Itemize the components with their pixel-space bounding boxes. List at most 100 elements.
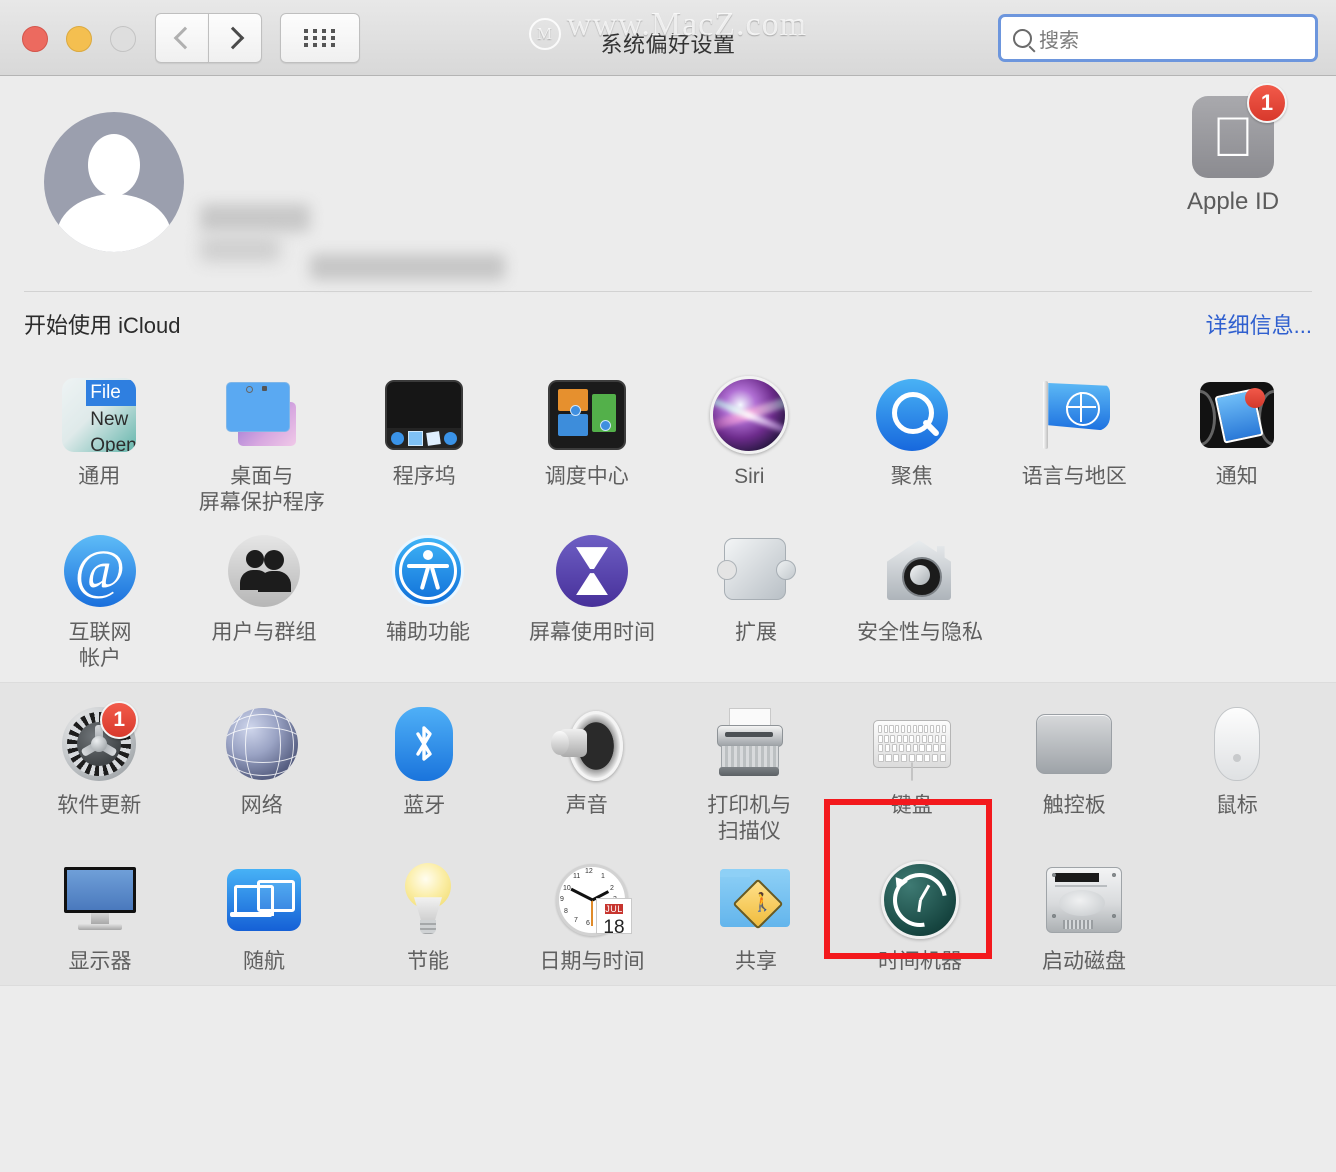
date-time-icon: 12 1 2 3 4 5 6 7 8 9 10 11 J [554,864,632,939]
pref-security-privacy[interactable]: 安全性与隐私 [838,516,1002,672]
notifications-icon [1199,382,1274,448]
sidecar-icon [227,869,301,932]
pref-label: 调度中心 [544,465,629,488]
general-icon: File New Open [62,378,137,452]
pref-label: 桌面与 屏幕保护程序 [198,465,325,515]
pref-label: 程序坞 [392,465,456,488]
calendar-month: JUL [605,904,623,915]
pref-label: 打印机与 扫描仪 [707,794,792,844]
account-name-redacted [200,204,310,232]
pref-label: Siri [734,465,765,488]
pref-language-region[interactable]: 语言与地区 [993,360,1156,516]
pref-label: 键盘 [890,794,933,818]
pref-label: 蓝牙 [403,794,446,818]
user-avatar-icon [88,134,140,196]
bluetooth-icon [395,707,454,782]
pref-label: 显示器 [68,950,132,974]
pref-desktop-screensaver[interactable]: 桌面与 屏幕保护程序 [181,360,344,516]
preference-row: 显示器 随航 节能 12 1 2 6 7 8 9 10 11 JUL 18 日期… [0,845,1336,975]
displays-icon [62,867,138,933]
pref-label: 安全性与隐私 [857,621,983,645]
apple-id-badge: 1 [1247,83,1287,123]
avatar[interactable] [44,112,184,252]
search-icon [1013,28,1032,48]
pref-label: 网络 [240,794,283,818]
keyboard-icon [872,720,951,782]
pref-spotlight[interactable]: 聚焦 [831,360,994,516]
printers-scanners-icon [711,708,787,780]
pref-startup-disk[interactable]: 启动磁盘 [1002,845,1166,975]
preferences-section-one: File New Open 通用 桌面与 屏幕保护程序 程序坞 调度中心 Sir… [0,354,1336,682]
pref-label: 随航 [243,950,285,974]
pref-label: 用户与群组 [211,621,317,645]
icloud-banner: 开始使用 iCloud 详细信息... [24,291,1312,354]
users-groups-icon [228,535,300,608]
security-privacy-icon [883,536,957,606]
pref-accessibility[interactable]: 辅助功能 [346,516,510,672]
pref-sharing[interactable]: 🚶 共享 [674,845,838,975]
icloud-details-link[interactable]: 详细信息... [1206,308,1312,340]
calendar-day: 18 [603,917,625,939]
pref-sidecar[interactable]: 随航 [182,845,346,975]
pref-keyboard[interactable]: 键盘 [831,689,994,845]
preference-row: 1 软件更新 网络 蓝牙 声音 打印机与 扫描仪 键盘 触控板 鼠标 [0,689,1336,845]
time-machine-icon [881,861,959,940]
dock-icon [385,380,464,450]
desktop-screensaver-icon [224,380,300,450]
pref-label: 软件更新 [57,794,142,818]
language-region-icon [1036,379,1112,451]
account-email-redacted [310,254,505,280]
pref-label: 日期与时间 [539,950,645,974]
search-field[interactable]: 搜索 [998,14,1318,62]
pref-label: 语言与地区 [1021,465,1127,488]
icloud-title: 开始使用 iCloud [24,313,181,338]
pref-extensions[interactable]: 扩展 [674,516,838,672]
pref-time-machine[interactable]: 时间机器 [838,845,1002,975]
extensions-icon [717,536,796,606]
window-titlebar: 系统偏好设置 Mwww.MacZ.com 搜索 [0,0,1336,76]
pref-label: 通用 [78,465,121,488]
pref-label: 鼠标 [1215,794,1258,818]
pref-sound[interactable]: 声音 [506,689,669,845]
apple-logo-icon:  [1212,108,1254,166]
trackpad-icon [1036,714,1113,775]
pref-mission-control[interactable]: 调度中心 [506,360,669,516]
pref-displays[interactable]: 显示器 [18,845,182,975]
accessibility-icon [392,535,464,608]
pref-siri[interactable]: Siri [668,360,831,516]
pref-date-time[interactable]: 12 1 2 3 4 5 6 7 8 9 10 11 J [510,845,674,975]
pref-general[interactable]: File New Open 通用 [18,360,181,516]
mission-control-icon [547,380,626,450]
pref-printers-scanners[interactable]: 打印机与 扫描仪 [668,689,831,845]
siri-icon [710,376,789,454]
pref-label: 时间机器 [878,950,962,974]
sharing-icon: 🚶 [718,869,794,931]
pref-energy-saver[interactable]: 节能 [346,845,510,975]
pref-mouse[interactable]: 鼠标 [1156,689,1319,845]
pref-trackpad[interactable]: 触控板 [993,689,1156,845]
search-input[interactable]: 搜索 [1039,24,1079,53]
pref-dock[interactable]: 程序坞 [343,360,506,516]
pref-label: 触控板 [1042,794,1106,818]
pref-label: 扩展 [735,621,777,645]
pref-label: 节能 [407,950,449,974]
pref-label: 辅助功能 [386,621,470,645]
pref-users-groups[interactable]: 用户与群组 [182,516,346,672]
pref-network[interactable]: 网络 [181,689,344,845]
pref-bluetooth[interactable]: 蓝牙 [343,689,506,845]
apple-id-tile[interactable]:  1 Apple ID [1158,83,1308,216]
pref-notifications[interactable]: 通知 [1156,360,1319,516]
pref-label: 启动磁盘 [1042,950,1126,974]
mouse-icon [1213,707,1260,782]
pref-internet-accounts[interactable]: @ 互联网 帐户 [18,516,182,672]
internet-accounts-icon: @ [64,535,136,608]
pref-label: 共享 [735,950,777,974]
pref-software-update[interactable]: 1 软件更新 [18,689,181,845]
pref-screen-time[interactable]: 屏幕使用时间 [510,516,674,672]
sound-icon [549,709,625,782]
pref-label: 声音 [565,794,608,818]
pref-label: 屏幕使用时间 [529,621,655,645]
system-preferences-window: 系统偏好设置 Mwww.MacZ.com 搜索  1 Apple ID 开始使… [0,0,1336,1172]
screen-time-icon [556,535,628,608]
preference-row: File New Open 通用 桌面与 屏幕保护程序 程序坞 调度中心 Sir… [0,360,1336,516]
